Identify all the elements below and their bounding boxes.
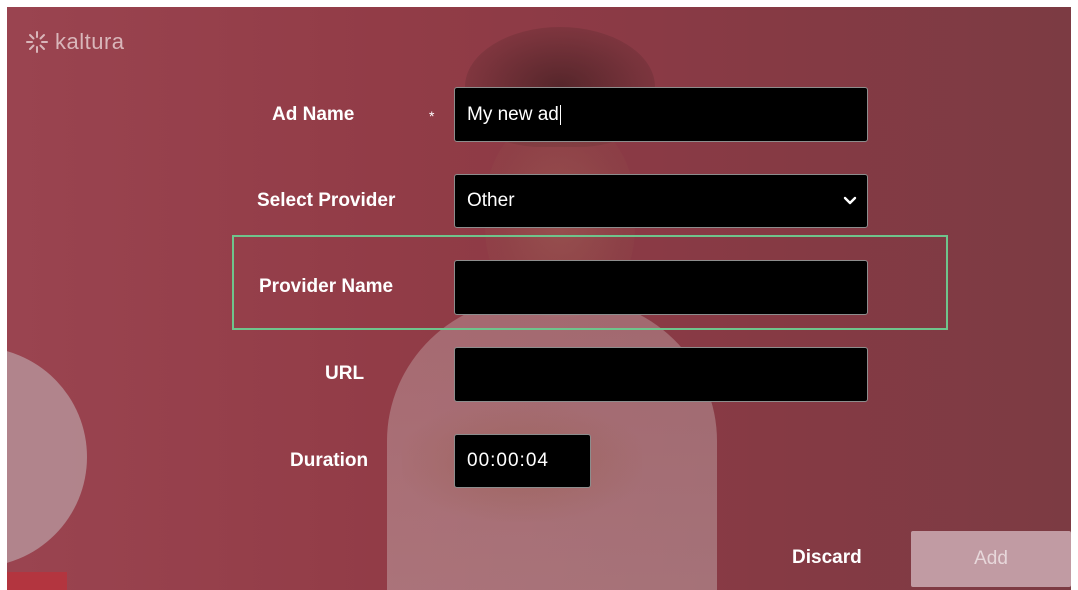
provider-select[interactable]: Other xyxy=(454,174,868,228)
duration-input[interactable]: 00:00:04 xyxy=(454,434,591,488)
select-provider-label: Select Provider xyxy=(257,190,396,211)
ad-name-label: Ad Name xyxy=(272,104,355,125)
kaltura-logo-icon xyxy=(26,31,48,53)
background-decor-stand xyxy=(7,572,67,590)
provider-select-value: Other xyxy=(467,190,515,211)
add-button[interactable]: Add xyxy=(911,531,1071,587)
background-decor-circle xyxy=(7,347,87,567)
ad-name-value: My new ad xyxy=(467,103,559,125)
discard-button[interactable]: Discard xyxy=(792,547,862,569)
duration-value: 00:00:04 xyxy=(467,450,549,471)
kaltura-logo-text: kaltura xyxy=(55,29,125,54)
provider-name-input[interactable] xyxy=(454,260,868,315)
kaltura-logo: kaltura xyxy=(25,29,125,55)
ad-editor-panel: kaltura Ad Name * My new ad Select Provi… xyxy=(7,7,1071,590)
provider-name-label: Provider Name xyxy=(259,276,394,297)
text-cursor xyxy=(559,104,561,125)
required-asterisk: * xyxy=(429,108,435,124)
duration-label: Duration xyxy=(290,450,369,471)
url-input[interactable] xyxy=(454,347,868,402)
ad-name-input[interactable]: My new ad xyxy=(454,87,868,142)
chevron-down-icon xyxy=(843,196,857,205)
url-label: URL xyxy=(325,363,365,384)
